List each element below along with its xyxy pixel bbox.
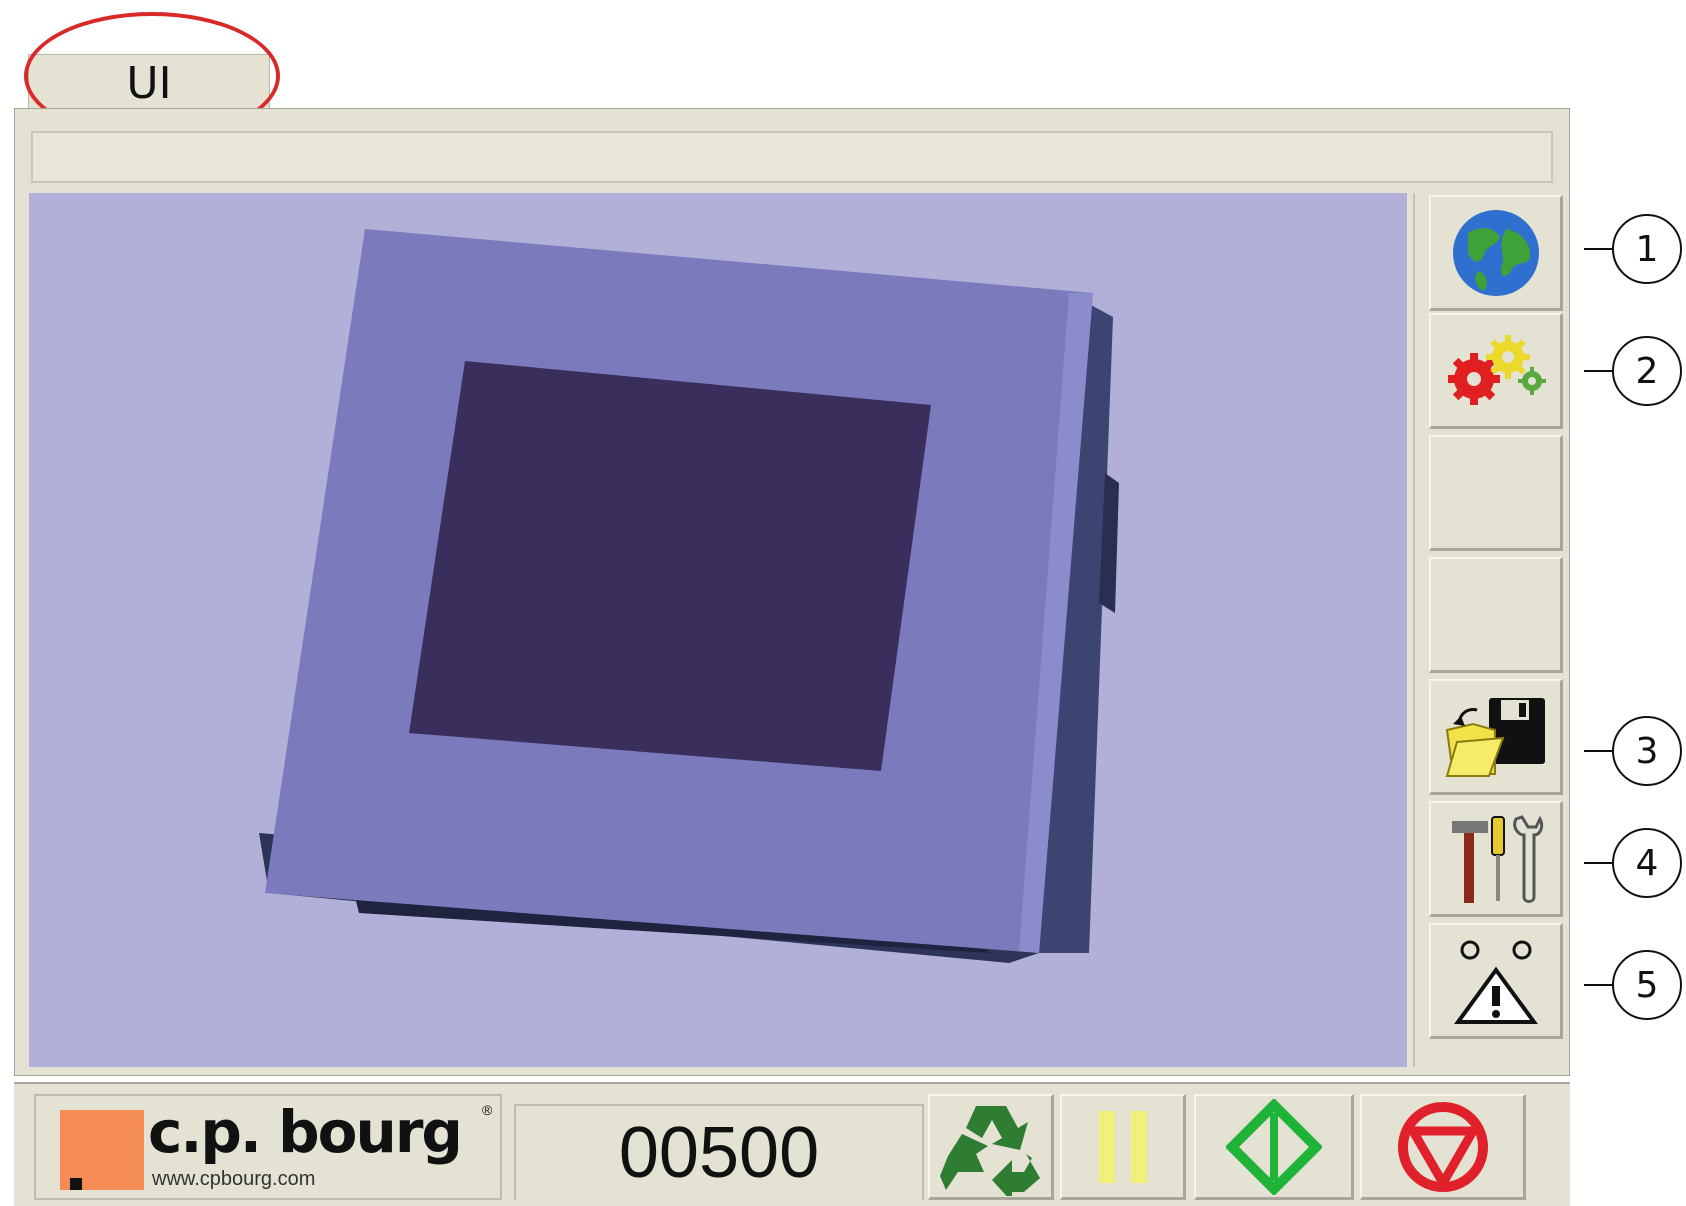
callout-5: 5 bbox=[1612, 950, 1682, 1020]
callout-2: 2 bbox=[1612, 336, 1682, 406]
side-toolbar bbox=[1413, 193, 1563, 1067]
callout-leader bbox=[1584, 750, 1614, 752]
tab-ui[interactable]: UI bbox=[28, 54, 270, 111]
recycle-icon bbox=[939, 1105, 1040, 1196]
alarm-button[interactable] bbox=[1429, 923, 1563, 1039]
status-bar bbox=[31, 131, 1553, 183]
pause-button[interactable] bbox=[1060, 1094, 1186, 1200]
callout-leader bbox=[1584, 248, 1614, 250]
counter-display: 00500 bbox=[514, 1104, 924, 1200]
logo-registered: ® bbox=[482, 1102, 493, 1118]
open-save-icon bbox=[1445, 697, 1545, 777]
pause-icon bbox=[1098, 1110, 1147, 1183]
start-button[interactable] bbox=[1194, 1094, 1354, 1200]
gears-icon bbox=[1447, 334, 1546, 405]
alarm-warning-icon bbox=[1453, 940, 1538, 1024]
stop-icon bbox=[1397, 1101, 1488, 1192]
empty-button-1[interactable] bbox=[1429, 435, 1563, 551]
logo-url: www.cpbourg.com bbox=[152, 1168, 316, 1190]
touchscreen-device-image bbox=[259, 229, 1119, 963]
logo-dot bbox=[70, 1178, 82, 1190]
logo-text: c.p. bourg bbox=[148, 1098, 463, 1166]
callout-1: 1 bbox=[1612, 214, 1682, 284]
settings-button[interactable] bbox=[1429, 313, 1563, 429]
empty-button-2[interactable] bbox=[1429, 557, 1563, 673]
callout-3: 3 bbox=[1612, 716, 1682, 786]
tools-icon bbox=[1451, 814, 1543, 903]
callout-leader bbox=[1584, 370, 1614, 372]
callout-4: 4 bbox=[1612, 828, 1682, 898]
main-window bbox=[14, 108, 1570, 1076]
language-button[interactable] bbox=[1429, 195, 1563, 311]
file-button[interactable] bbox=[1429, 679, 1563, 795]
globe-icon bbox=[1452, 209, 1539, 296]
callout-leader bbox=[1584, 862, 1614, 864]
stop-button[interactable] bbox=[1360, 1094, 1526, 1200]
callout-leader bbox=[1584, 984, 1614, 986]
recycle-button[interactable] bbox=[928, 1094, 1054, 1200]
maintenance-button[interactable] bbox=[1429, 801, 1563, 917]
bottom-toolbar: c.p. bourg ® www.cpbourg.com 00500 bbox=[14, 1082, 1570, 1206]
device-viewport bbox=[29, 193, 1407, 1067]
company-logo: c.p. bourg ® www.cpbourg.com bbox=[34, 1094, 502, 1200]
tab-label: UI bbox=[126, 57, 172, 109]
start-icon bbox=[1225, 1098, 1322, 1195]
